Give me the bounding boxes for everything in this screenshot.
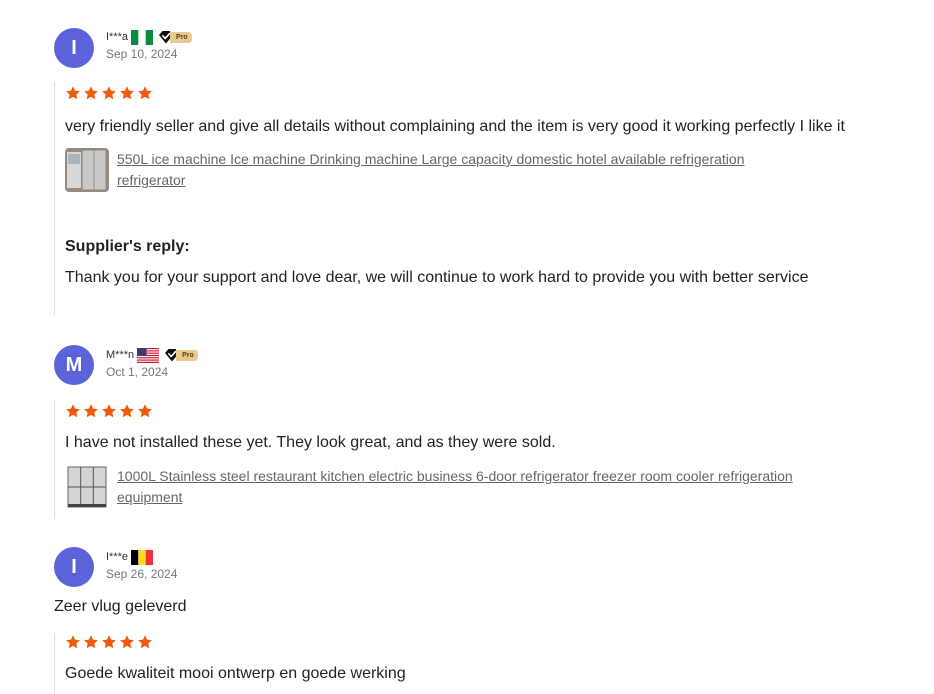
star-icon — [101, 634, 117, 650]
product-item[interactable]: 1000L Stainless steel restaurant kitchen… — [65, 465, 865, 509]
review-content: Goede kwaliteit mooi ontwerp en goede we… — [54, 633, 865, 694]
reviewer-name: M***n — [106, 349, 135, 361]
usa-flag-icon — [137, 347, 160, 363]
pro-badge-label: Pro — [176, 349, 198, 361]
product-link[interactable]: 1000L Stainless steel restaurant kitchen… — [117, 466, 857, 508]
star-icon — [137, 634, 153, 650]
star-icon — [83, 85, 99, 101]
rating-stars — [65, 403, 865, 419]
pro-badge: Pro — [164, 347, 198, 363]
reply-title: Supplier's reply: — [65, 238, 190, 255]
supplier-reply: Supplier's reply: Thank you for your sup… — [54, 238, 865, 312]
star-icon — [65, 85, 81, 101]
review-date: Sep 10, 2024 — [106, 47, 178, 61]
star-icon — [119, 85, 135, 101]
reviewer-name: I***a — [106, 31, 129, 43]
reply-text: Thank you for your support and love dear… — [65, 269, 809, 286]
avatar: M — [54, 345, 94, 385]
review-text: very friendly seller and give all detail… — [65, 118, 845, 135]
review-content: I have not installed these yet. They loo… — [54, 400, 865, 519]
review-date: Oct 1, 2024 — [106, 365, 169, 379]
review-text: I have not installed these yet. They loo… — [65, 434, 556, 451]
review-pre-text: Zeer vlug geleverd — [54, 598, 187, 615]
product-item[interactable]: 550L ice machine Ice machine Drinking ma… — [65, 148, 865, 192]
product-link[interactable]: 550L ice machine Ice machine Drinking ma… — [117, 149, 807, 191]
star-icon — [119, 403, 135, 419]
avatar: I — [54, 547, 94, 587]
star-icon — [137, 403, 153, 419]
star-icon — [137, 85, 153, 101]
reviewer-name: I***e — [106, 551, 129, 563]
reviewer-meta: I***e Sep 26, 2024 — [106, 549, 177, 581]
pro-badge-label: Pro — [170, 31, 192, 43]
belgium-flag-icon — [131, 549, 154, 565]
nigeria-flag-icon — [131, 29, 154, 45]
reviewer-meta: I***a Pro Sep 10, 2024 — [106, 29, 192, 61]
star-icon — [83, 634, 99, 650]
review-text: Goede kwaliteit mooi ontwerp en goede we… — [65, 665, 406, 682]
reviewer-meta: M***n Pro Oct 1, 2024 — [106, 347, 198, 379]
star-icon — [101, 403, 117, 419]
review-date: Sep 26, 2024 — [106, 567, 178, 581]
product-thumbnail[interactable] — [65, 465, 109, 509]
pro-badge: Pro — [158, 29, 192, 45]
star-icon — [83, 403, 99, 419]
star-icon — [65, 403, 81, 419]
rating-stars — [65, 634, 865, 650]
star-icon — [101, 85, 117, 101]
rating-stars — [65, 85, 865, 101]
product-thumbnail[interactable] — [65, 148, 109, 192]
star-icon — [119, 634, 135, 650]
star-icon — [65, 634, 81, 650]
avatar: I — [54, 28, 94, 68]
